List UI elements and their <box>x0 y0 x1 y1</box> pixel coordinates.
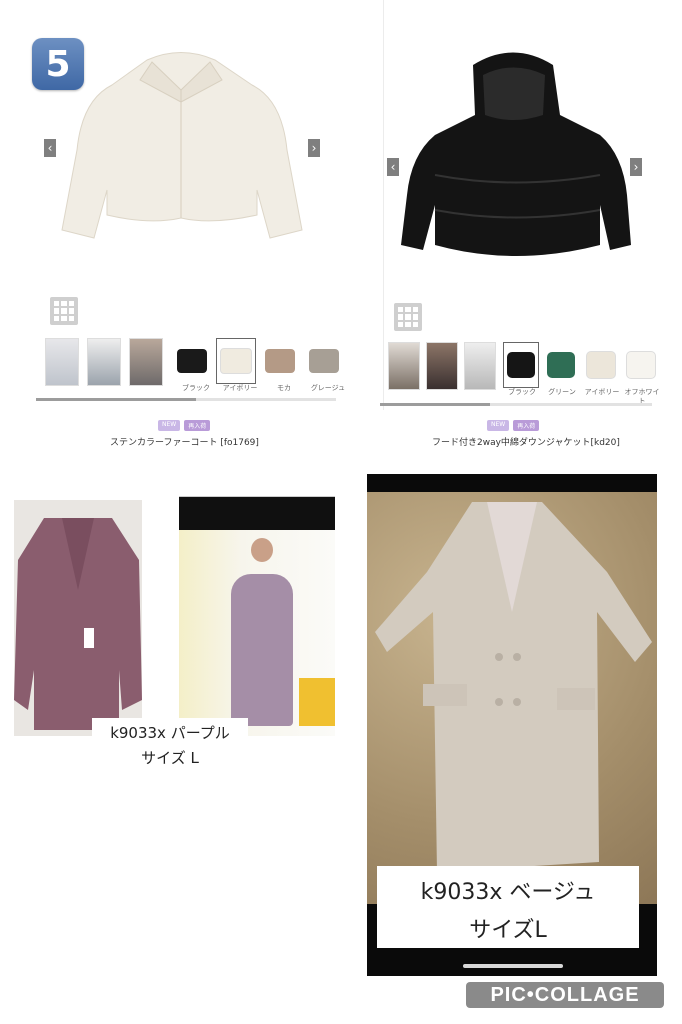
swatch-black[interactable]: ブラック <box>172 338 212 393</box>
thumbnail[interactable] <box>129 338 163 386</box>
color-label: アイボリー <box>584 388 620 396</box>
offwhite-jacket-icon <box>626 351 656 379</box>
product-tags: NEW 再入荷 <box>158 420 211 431</box>
new-tag: NEW <box>487 420 510 431</box>
thumbnail[interactable] <box>388 342 420 390</box>
color-label: アイボリー <box>222 384 258 392</box>
swatch-ivory[interactable]: アイボリー <box>216 338 257 393</box>
thumbnail[interactable] <box>464 342 496 390</box>
fur-coat-image <box>61 52 303 239</box>
model-thumbnails <box>45 338 163 386</box>
color-swatches: ブラック アイボリー モカ グレージュ <box>172 338 345 393</box>
caption-line-1: k9033x パープル <box>110 724 230 742</box>
purple-caption: k9033x パープル サイズ L <box>92 718 248 772</box>
grid-view-icon[interactable] <box>50 297 78 325</box>
caption-line-1: k9033x ベージュ <box>420 880 596 905</box>
swatch-ivory[interactable]: アイボリー <box>583 342 623 406</box>
thumb-scrollbar[interactable] <box>36 398 336 401</box>
beige-coat-photo <box>367 492 657 904</box>
beige-coat-frame: k9033x ベージュ サイズL <box>367 474 657 976</box>
model-thumbnails <box>388 342 496 390</box>
product-title[interactable]: ステンカラーファーコート [fo1769] <box>110 435 259 448</box>
restock-tag: 再入荷 <box>513 420 540 431</box>
thumbnail[interactable] <box>45 338 79 386</box>
ivory-coat-icon <box>220 348 252 374</box>
ivory-jacket-icon <box>586 351 616 379</box>
black-jacket-icon <box>507 352 535 378</box>
pic-collage-watermark: PIC•COLLAGE <box>466 982 664 1008</box>
swatch-greige[interactable]: グレージュ <box>304 338 345 393</box>
mocha-coat-icon <box>265 349 295 373</box>
color-label: ブラック <box>182 384 210 392</box>
color-label: グリーン <box>548 388 576 396</box>
down-jacket-image <box>401 52 631 256</box>
black-coat-icon <box>177 349 207 373</box>
product-tags: NEW 再入荷 <box>487 420 540 431</box>
caption-line-2: サイズL <box>469 918 547 943</box>
purple-coat-photo <box>14 500 142 736</box>
color-label: ブラック <box>508 388 536 396</box>
divider <box>383 0 384 410</box>
color-label: グレージュ <box>310 384 346 392</box>
thumb-scrollbar[interactable] <box>380 403 652 406</box>
greige-coat-icon <box>309 349 339 373</box>
restock-tag: 再入荷 <box>184 420 211 431</box>
swatch-mocha[interactable]: モカ <box>260 338 300 393</box>
thumbnail[interactable] <box>426 342 458 390</box>
purple-coat-model-photo <box>179 490 335 736</box>
product-title[interactable]: フード付き2way中綿ダウンジャケット[kd20] <box>432 435 620 448</box>
green-jacket-icon <box>547 352 575 378</box>
new-tag: NEW <box>158 420 181 431</box>
swatch-offwhite[interactable]: オフホワイト <box>623 342 663 406</box>
caption-line-2: サイズ L <box>141 749 199 767</box>
color-swatches: ブラック グリーン アイボリー オフホワイト <box>503 342 663 406</box>
swatch-black[interactable]: ブラック <box>503 342 543 406</box>
thumbnail[interactable] <box>87 338 121 386</box>
color-label: モカ <box>277 384 291 392</box>
grid-view-icon[interactable] <box>394 303 422 331</box>
swatch-green[interactable]: グリーン <box>543 342 583 406</box>
home-indicator <box>463 964 563 968</box>
beige-caption: k9033x ベージュ サイズL <box>377 866 639 948</box>
